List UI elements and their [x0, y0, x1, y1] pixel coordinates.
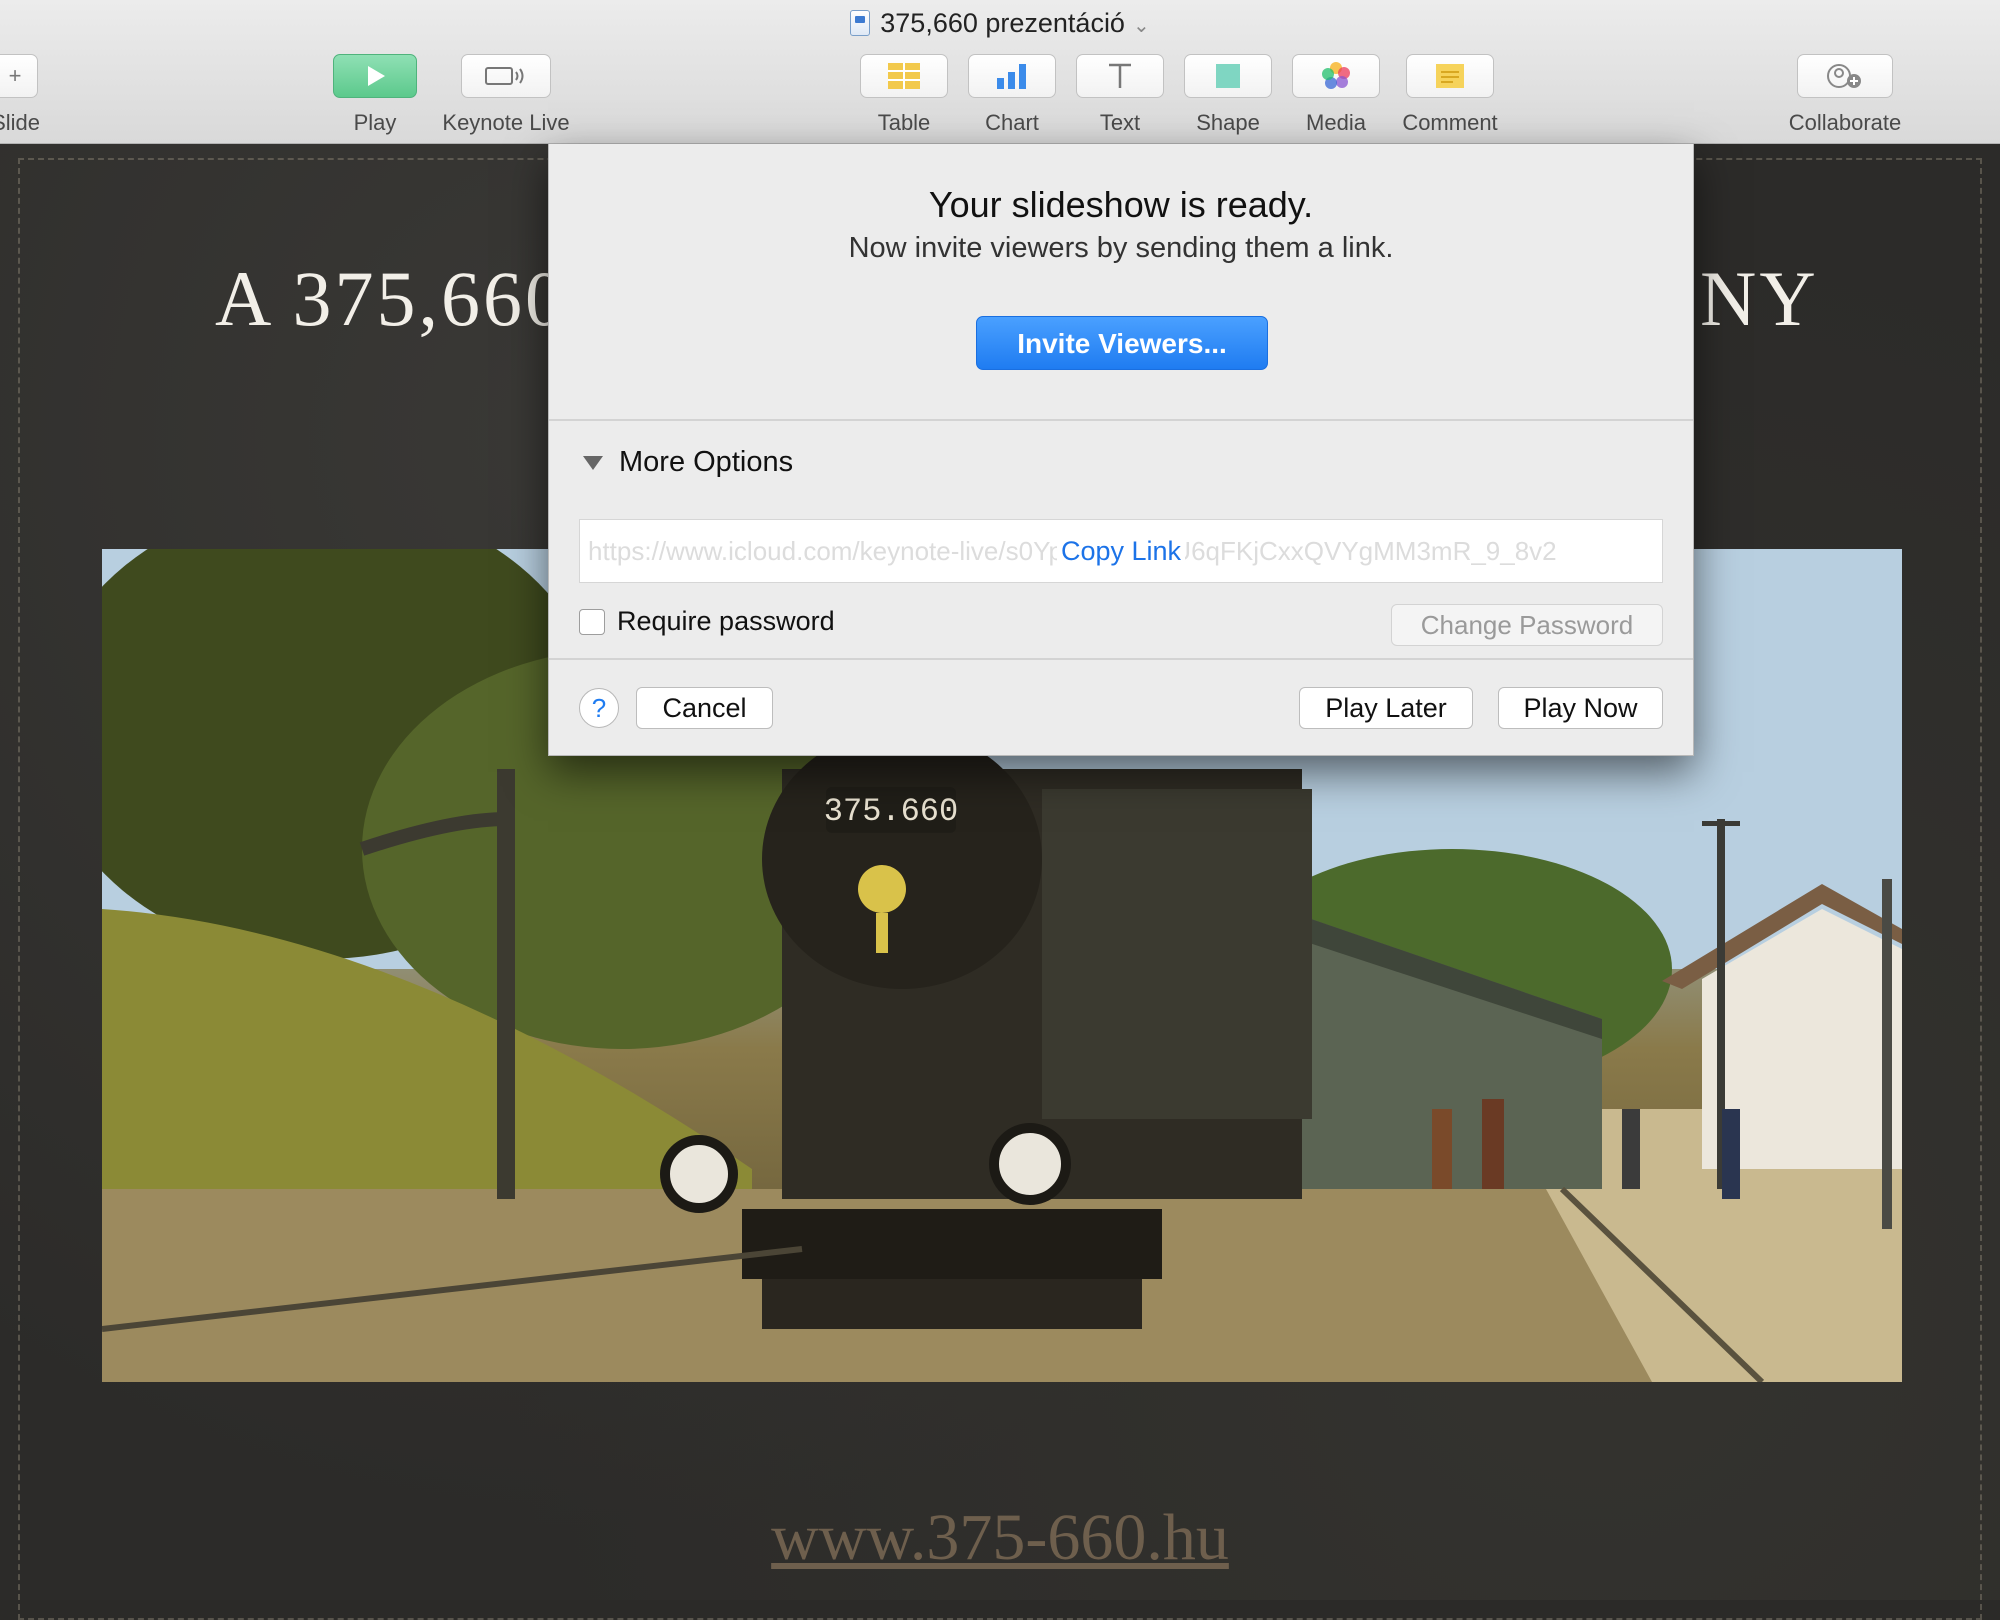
media-icon	[1322, 62, 1350, 89]
add-slide-button[interactable]: +	[0, 54, 38, 98]
shape-label: Shape	[1196, 110, 1260, 135]
collaborate-icon	[1827, 64, 1861, 88]
require-password-row: Require password	[579, 606, 835, 637]
document-title: 375,660 prezentáció	[880, 8, 1125, 38]
shape-button[interactable]	[1184, 54, 1272, 98]
table-icon	[888, 63, 920, 89]
more-options-label: More Options	[619, 446, 794, 478]
play-later-button[interactable]: Play Later	[1299, 687, 1473, 729]
more-options-disclosure[interactable]: More Options	[583, 446, 793, 479]
chart-label: Chart	[985, 110, 1039, 135]
toolbar-collaborate[interactable]: Collaborate	[1780, 54, 1910, 136]
cancel-button[interactable]: Cancel	[636, 687, 773, 729]
add-slide-label: Slide	[0, 110, 40, 135]
keynote-live-dialog: Your slideshow is ready. Now invite view…	[548, 144, 1694, 756]
text-label: Text	[1099, 110, 1141, 135]
slide-title-left: A 375,660	[215, 255, 568, 342]
keynote-live-icon	[485, 67, 524, 85]
dialog-divider-top	[549, 419, 1693, 421]
chart-icon	[997, 64, 1026, 89]
dialog-subtitle: Now invite viewers by sending them a lin…	[848, 232, 1394, 264]
collaborate-label: Collaborate	[1788, 110, 1902, 135]
play-icon	[368, 66, 385, 86]
toolbar-play[interactable]: Play	[330, 54, 420, 136]
keynote-document-icon	[850, 10, 871, 36]
table-label: Table	[877, 110, 931, 135]
toolbar-keynote-live[interactable]: Keynote Live	[436, 54, 576, 136]
dialog-divider-bottom	[549, 658, 1693, 660]
toolbar-table[interactable]: Table	[860, 54, 948, 136]
play-now-button[interactable]: Play Now	[1498, 687, 1663, 729]
share-link-field[interactable]: https://www.icloud.com/keynote-live/s0Yp…	[579, 519, 1663, 583]
shape-icon	[1216, 64, 1240, 88]
require-password-label[interactable]: Require password	[617, 606, 835, 637]
dialog-title: Your slideshow is ready.	[928, 184, 1314, 225]
toolbar-text[interactable]: Text	[1076, 54, 1164, 136]
keynote-live-label: Keynote Live	[442, 110, 570, 135]
media-button[interactable]	[1292, 54, 1380, 98]
copy-link-button[interactable]: Copy Link	[1056, 536, 1186, 566]
invite-viewers-button[interactable]: Invite Viewers...	[976, 316, 1268, 370]
slide-title-right: NY	[1700, 255, 1819, 342]
require-password-checkbox[interactable]	[579, 608, 605, 635]
add-slide-icon: +	[8, 63, 22, 88]
chart-button[interactable]	[968, 54, 1056, 98]
text-button[interactable]	[1076, 54, 1164, 98]
window-title[interactable]: 375,660 prezentáció ⌄	[0, 6, 2000, 43]
toolbar-add-slide[interactable]: + Slide	[0, 54, 40, 136]
text-icon	[1109, 63, 1131, 88]
change-password-button[interactable]: Change Password	[1391, 604, 1663, 646]
comment-label: Comment	[1402, 110, 1498, 135]
website-link[interactable]: www.375-660.hu	[0, 1500, 2000, 1576]
comment-icon	[1436, 64, 1464, 88]
help-button[interactable]: ?	[579, 688, 619, 728]
media-label: Media	[1306, 110, 1366, 135]
copy-link-overlay: Copy Link	[580, 520, 1662, 582]
disclosure-triangle-icon[interactable]	[583, 455, 603, 470]
toolbar-media[interactable]: Media	[1292, 54, 1380, 136]
toolbar-comment[interactable]: Comment	[1400, 54, 1500, 136]
locomotive-number: 375.660	[824, 793, 958, 830]
play-button[interactable]	[333, 54, 417, 98]
toolbar-chart[interactable]: Chart	[968, 54, 1056, 136]
keynote-live-button[interactable]	[461, 54, 551, 98]
collaborate-button[interactable]	[1797, 54, 1893, 98]
play-label: Play	[353, 110, 397, 135]
table-button[interactable]	[860, 54, 948, 98]
chevron-down-icon: ⌄	[1132, 15, 1150, 37]
toolbar: 375,660 prezentáció ⌄ + Slide Play Keynot…	[0, 0, 2000, 144]
toolbar-shape[interactable]: Shape	[1184, 54, 1272, 136]
comment-button[interactable]	[1406, 54, 1494, 98]
